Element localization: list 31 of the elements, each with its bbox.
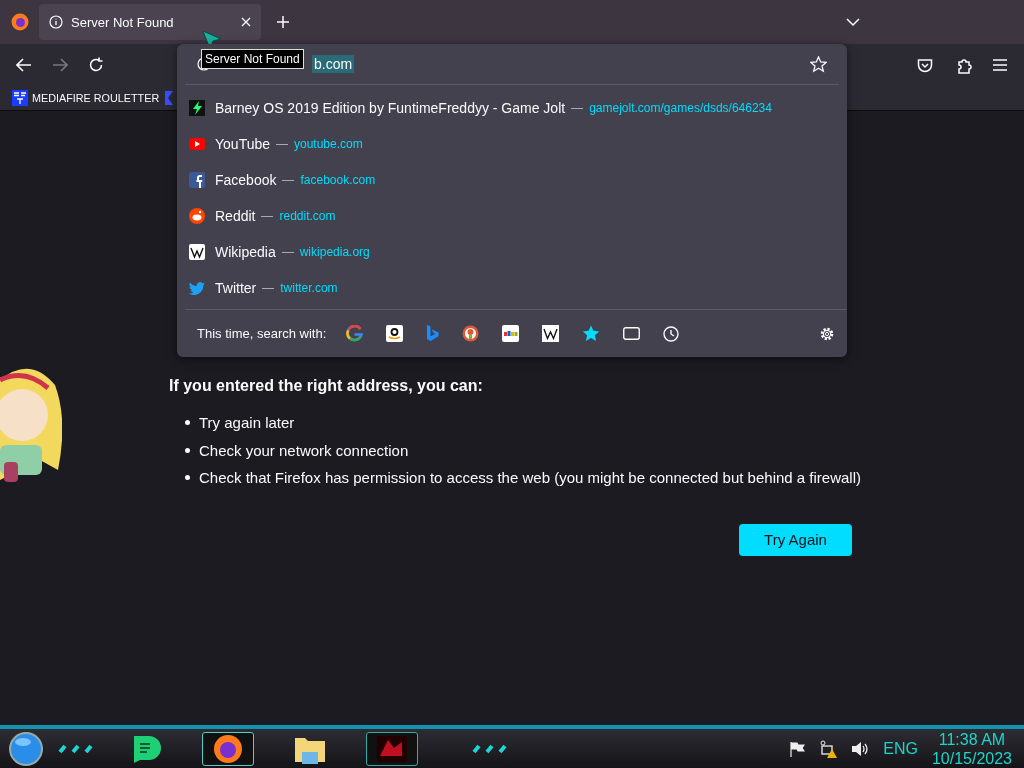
clock[interactable]: 11:38 AM 10/15/2023 (931, 729, 1012, 768)
search-with-label: This time, search with: (197, 326, 327, 341)
suggestion-url: facebook.com (300, 173, 376, 187)
suggestion-title: Twitter (215, 280, 257, 296)
suggestion-title: Reddit (215, 208, 256, 224)
suggestion-row[interactable]: Twitter twitter.com (177, 270, 847, 306)
suggestion-url: gamejolt.com/games/dsds/646234 (589, 101, 772, 115)
bookmark-item[interactable]: MEDIAFIRE ROULETTER (12, 90, 160, 106)
bullet-text: Try again later (199, 413, 295, 433)
suggestion-row[interactable]: YouTube youtube.com (177, 126, 847, 162)
suggestion-row[interactable]: Reddit reddit.com (177, 198, 847, 234)
suggestion-title: Facebook (215, 172, 277, 188)
subheading: If you entered the right address, you can: (169, 376, 484, 396)
tab-title: Server Not Found (71, 14, 175, 30)
suggestion-row[interactable]: Facebook facebook.com (177, 162, 847, 198)
suggestion-row[interactable]: Wikipedia wikipedia.org (177, 234, 847, 270)
browser-tab[interactable]: Server Not Found (39, 4, 261, 40)
suggestion-url: youtube.com (294, 137, 363, 151)
suggestion-title: Wikipedia (215, 244, 276, 260)
tooltip: Server Not Found (201, 49, 304, 69)
try-again-button[interactable]: Try Again (739, 523, 852, 556)
bullet-text: Check your network connection (199, 440, 409, 461)
suggestion-url: wikipedia.org (299, 245, 370, 259)
suggestion-url: reddit.com (279, 209, 336, 223)
suggestion-url: twitter.com (280, 281, 338, 295)
bullet-text: Check that Firefox has permission to access the web (you might be connected but behind a firewall) (199, 468, 861, 488)
suggestion-title: Barney OS 2019 Edition by FuntimeFreddyy - Game Jolt (215, 100, 566, 116)
suggestion-row[interactable]: Barney OS 2019 Edition by FuntimeFreddyy - Game Jolt gamejolt.com/games/dsds/646234 (177, 90, 847, 126)
language-indicator[interactable]: ENG (883, 739, 918, 758)
address-field[interactable]: b.com (312, 55, 355, 73)
suggestion-title: YouTube (215, 136, 270, 152)
